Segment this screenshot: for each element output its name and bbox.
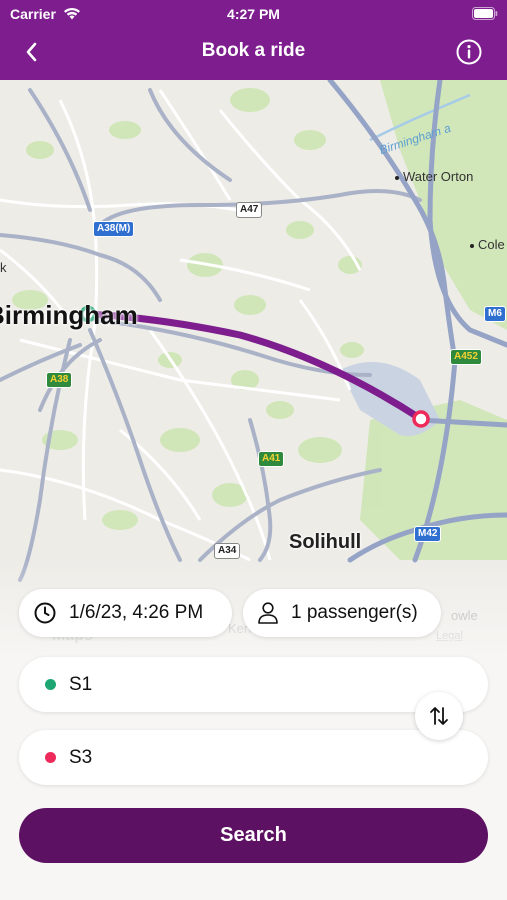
destination-field[interactable]: S3 <box>19 730 488 785</box>
place-label-coleshill: Cole <box>470 237 505 252</box>
swap-vertical-icon <box>430 707 448 725</box>
road-shield-a41: A41 <box>258 451 285 467</box>
place-label-solihull: Solihull <box>289 531 362 553</box>
info-circle-icon <box>456 39 482 65</box>
destination-marker <box>412 410 430 428</box>
road-shield-a34: A34 <box>214 543 241 559</box>
place-label-water-orton: Water Orton <box>395 169 473 184</box>
battery-icon <box>472 7 498 20</box>
person-icon <box>258 602 278 624</box>
passengers-value: 1 passenger(s) <box>291 602 418 623</box>
datetime-value: 1/6/23, 4:26 PM <box>69 602 204 623</box>
search-button[interactable]: Search <box>19 808 488 863</box>
road-shield-a47: A47 <box>236 202 263 218</box>
app-header: Carrier 4:27 PM Book a ride <box>0 0 507 80</box>
clock-time: 4:27 PM <box>227 6 280 22</box>
passengers-chip[interactable]: 1 passenger(s) <box>243 589 441 637</box>
swap-stops-button[interactable] <box>415 692 463 740</box>
road-shield-m6: M6 <box>484 306 506 322</box>
legal-link[interactable]: Legal <box>436 630 463 642</box>
clock-icon <box>34 602 56 624</box>
road-shield-a38m: A38(M) <box>93 221 135 237</box>
origin-dot-icon <box>45 679 56 690</box>
datetime-chip[interactable]: 1/6/23, 4:26 PM <box>19 589 232 637</box>
page-title: Book a ride <box>201 40 306 61</box>
place-label-knowle: owle <box>451 608 478 623</box>
destination-value: S3 <box>69 746 93 768</box>
place-label-birmingham: Birmingham <box>0 300 138 330</box>
road-shield-a452: A452 <box>450 349 482 365</box>
road-shield-a38: A38 <box>46 372 73 388</box>
status-bar: Carrier 4:27 PM <box>0 0 507 28</box>
route-map[interactable]: Birmingham a Water Orton Cole k Birmingh… <box>0 80 507 660</box>
road-shield-m42: M42 <box>414 526 442 542</box>
destination-dot-icon <box>45 752 56 763</box>
origin-value: S1 <box>69 673 93 695</box>
info-button[interactable] <box>456 39 482 65</box>
map-canvas <box>0 80 507 582</box>
place-label-k: k <box>0 260 7 275</box>
